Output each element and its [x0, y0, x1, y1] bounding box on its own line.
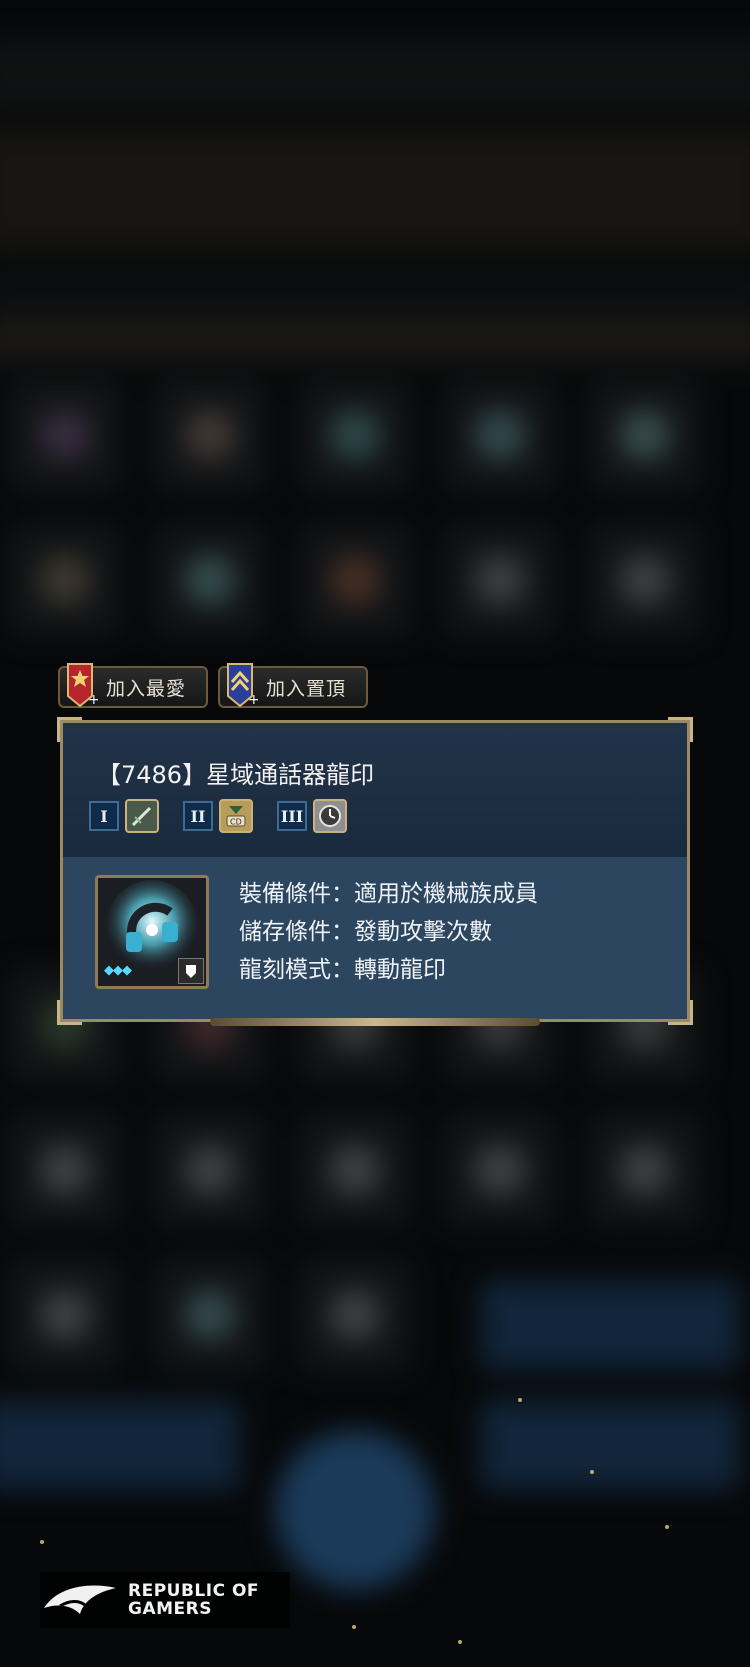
condition-row: 龍刻模式：轉動龍印 — [239, 951, 538, 989]
condition-row: 儲存條件：發動攻擊次數 — [239, 913, 538, 951]
colon: ： — [331, 919, 354, 945]
chevron-medal-icon: + — [224, 662, 260, 708]
corner-ornament — [57, 1000, 82, 1025]
sword-icon[interactable] — [125, 799, 159, 833]
condition-label: 儲存條件 — [239, 919, 331, 945]
condition-label: 龍刻模式 — [239, 957, 331, 983]
svg-text:+: + — [248, 692, 258, 708]
rog-eye-icon — [44, 1585, 116, 1614]
panel-header — [63, 723, 687, 857]
gem-rating: ◆◆◆ — [104, 963, 132, 978]
pin-to-top-label: 加入置頂 — [266, 677, 347, 700]
panel-bottom-trim — [210, 1018, 540, 1026]
colon: ： — [331, 881, 354, 907]
svg-text:+: + — [88, 692, 98, 708]
add-favorite-label: 加入最愛 — [106, 677, 187, 700]
shield-tag-icon — [178, 958, 204, 984]
condition-value: 發動攻擊次數 — [354, 919, 492, 945]
cd-hourglass-icon[interactable]: CD — [219, 799, 253, 833]
corner-ornament — [57, 717, 82, 742]
colon: ： — [331, 957, 354, 983]
condition-value: 轉動龍印 — [354, 957, 446, 983]
logo-line-2: GAMERS — [128, 1599, 212, 1619]
pin-to-top-button[interactable]: + 加入置頂 — [218, 663, 368, 708]
item-title: 【7486】星域通話器龍印 — [97, 761, 375, 789]
svg-text:CD: CD — [230, 818, 242, 827]
add-favorite-button[interactable]: + 加入最愛 — [58, 663, 208, 708]
corner-ornament — [668, 717, 693, 742]
clock-icon[interactable] — [313, 799, 347, 833]
skill-rank-1: I — [89, 801, 119, 831]
logo-line-1: REPUBLIC OF — [128, 1581, 260, 1601]
condition-value: 適用於機械族成員 — [354, 881, 538, 907]
item-detail-panel: 【7486】星域通話器龍印 I II CD III ◆◆◆ 裝備條件：適用於機械… — [57, 717, 693, 1025]
condition-label: 裝備條件 — [239, 881, 331, 907]
condition-row: 裝備條件：適用於機械族成員 — [239, 875, 538, 913]
item-conditions: 裝備條件：適用於機械族成員 儲存條件：發動攻擊次數 龍刻模式：轉動龍印 — [239, 875, 538, 989]
skill-rank-3: III — [277, 801, 307, 831]
star-medal-icon: + — [64, 662, 100, 708]
item-icon[interactable]: ◆◆◆ — [95, 875, 209, 989]
skill-row: I II CD III — [89, 799, 347, 833]
corner-ornament — [668, 1000, 693, 1025]
rog-logo: REPUBLIC OF GAMERS — [40, 1572, 290, 1628]
skill-rank-2: II — [183, 801, 213, 831]
